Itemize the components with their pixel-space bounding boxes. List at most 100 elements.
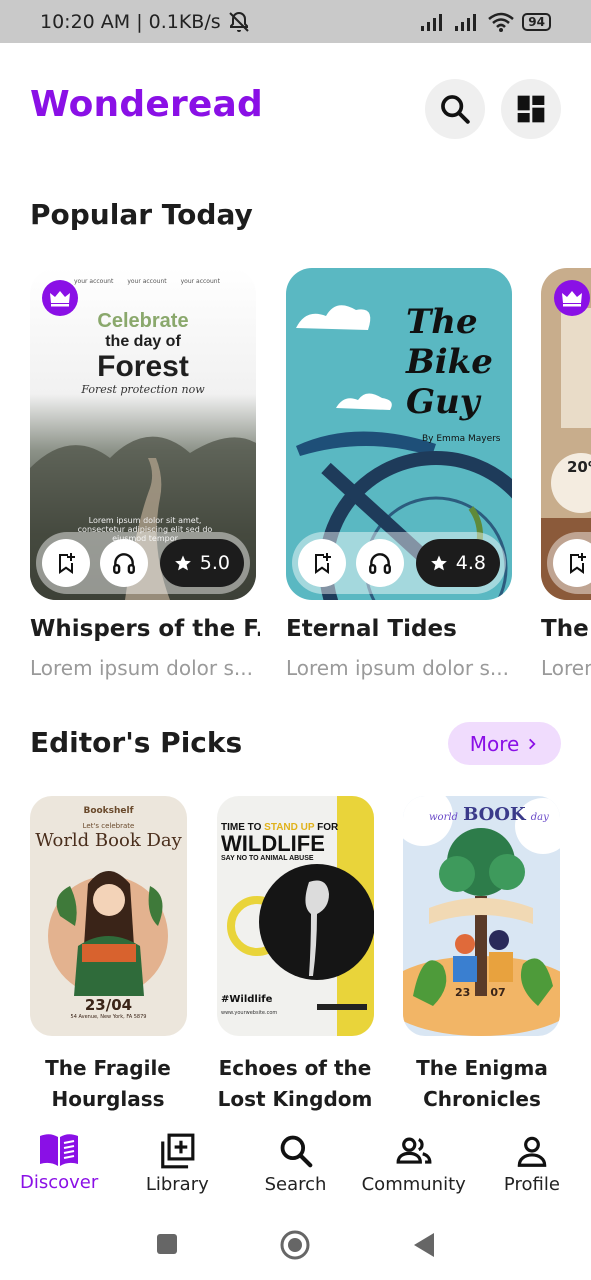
cover-address: 54 Avenue, New York, FA 5879 bbox=[70, 1014, 147, 1020]
cover-headline: World Book Day bbox=[35, 830, 182, 851]
rating-badge: 4.8 bbox=[415, 539, 500, 587]
dashboard-grid-icon bbox=[517, 95, 545, 123]
bookmark-add-button[interactable] bbox=[298, 539, 346, 587]
status-time: 10:20 AM bbox=[40, 10, 131, 33]
search-button[interactable] bbox=[425, 79, 485, 139]
home-icon[interactable] bbox=[279, 1229, 311, 1261]
pick-card-fragile-hourglass[interactable]: Bookshelf Let's celebrate World Book Day… bbox=[30, 796, 187, 1036]
bookmark-add-icon bbox=[570, 553, 586, 574]
library-add-icon bbox=[161, 1133, 195, 1169]
rating-badge: 5.0 bbox=[159, 539, 244, 587]
nav-item-library[interactable]: Library bbox=[118, 1124, 236, 1210]
back-icon[interactable] bbox=[412, 1231, 436, 1259]
cover-line: Bookshelf bbox=[83, 806, 134, 816]
cover-headline: WILDLIFE bbox=[221, 831, 325, 856]
nav-label: Discover bbox=[19, 1172, 99, 1193]
cover-footer: 23/04 54 Avenue, New York, FA 5879 bbox=[30, 996, 187, 1020]
battery-indicator: 94 bbox=[522, 12, 551, 31]
cover-date-part: 23 bbox=[455, 986, 471, 999]
cover-line: BOOK bbox=[463, 804, 526, 825]
pick-title[interactable]: Echoes of the Lost Kingdom bbox=[210, 1053, 380, 1115]
bookmark-add-icon bbox=[315, 553, 331, 574]
status-network-speed: | 0.1KB/s bbox=[136, 10, 221, 33]
cover-text: world BOOK day bbox=[429, 804, 549, 825]
cover-account: your account bbox=[74, 278, 114, 285]
rating-value: 5.0 bbox=[199, 552, 230, 574]
headphones-icon bbox=[113, 553, 135, 574]
book-title[interactable]: The bbox=[541, 616, 591, 642]
nav-item-community[interactable]: Community bbox=[355, 1124, 473, 1210]
section-title-popular: Popular Today bbox=[30, 198, 253, 231]
status-bar: 10:20 AM | 0.1KB/s 94 bbox=[0, 0, 591, 43]
people-icon bbox=[396, 1137, 432, 1164]
cover-line: The bbox=[406, 302, 478, 342]
book-title[interactable]: Whispers of the F... bbox=[30, 616, 260, 642]
cover-title-block: The Bike Guy bbox=[406, 302, 493, 422]
cover-accounts: your account your account your account bbox=[74, 278, 220, 285]
nav-label: Community bbox=[361, 1174, 466, 1195]
more-label: More bbox=[469, 731, 520, 756]
search-icon bbox=[441, 95, 470, 124]
bookmark-add-button[interactable] bbox=[553, 539, 591, 587]
recents-icon[interactable] bbox=[155, 1232, 179, 1256]
book-title[interactable]: Eternal Tides bbox=[286, 616, 516, 642]
cover-sub: SAY NO TO ANIMAL ABUSE bbox=[221, 855, 314, 862]
nav-label: Profile bbox=[503, 1174, 560, 1195]
card-actions: 5.0 bbox=[36, 532, 250, 594]
nav-label: Library bbox=[145, 1174, 209, 1195]
cover-hashtag: #Wildlife bbox=[221, 994, 273, 1005]
bell-off-icon bbox=[228, 11, 249, 32]
rating-value: 4.8 bbox=[455, 552, 486, 574]
crown-icon bbox=[562, 291, 582, 307]
cover-author: By Emma Mayers bbox=[422, 434, 501, 444]
cover-line: Guy bbox=[406, 382, 480, 422]
headphones-icon bbox=[369, 553, 391, 574]
cover-date: 23/04 bbox=[84, 996, 133, 1014]
more-button[interactable]: More bbox=[448, 722, 561, 765]
book-cover bbox=[403, 796, 560, 1036]
cover-line: Forest bbox=[97, 350, 189, 383]
cover-text: TIME TO STAND UP FOR WILDLIFE SAY NO TO … bbox=[221, 822, 338, 862]
pick-title[interactable]: The Enigma Chronicles bbox=[397, 1053, 567, 1115]
bookmark-add-button[interactable] bbox=[42, 539, 90, 587]
cover-account: your account bbox=[180, 278, 220, 285]
book-subtitle: Lorem ipsum dolor s... bbox=[30, 656, 253, 680]
star-icon bbox=[430, 555, 447, 571]
book-card-partial[interactable]: 20% OFF bbox=[541, 268, 591, 600]
nav-item-search[interactable]: Search bbox=[236, 1124, 354, 1210]
book-card-whispers[interactable]: your account your account your account C… bbox=[30, 268, 256, 600]
nav-label: Search bbox=[264, 1174, 327, 1195]
book-subtitle: Lorem ipsum dolor s... bbox=[286, 656, 509, 680]
layout-button[interactable] bbox=[501, 79, 561, 139]
pick-card-echoes[interactable]: TIME TO STAND UP FOR WILDLIFE SAY NO TO … bbox=[217, 796, 374, 1036]
system-navigation-bar bbox=[0, 1210, 591, 1280]
cover-line: Let's celebrate bbox=[82, 822, 135, 830]
cover-tagline: Forest protection now bbox=[81, 383, 205, 396]
listen-button[interactable] bbox=[356, 539, 404, 587]
app-title: Wonderead bbox=[30, 84, 264, 125]
bookmark-add-icon bbox=[59, 553, 75, 574]
cover-line: Bike bbox=[406, 342, 493, 382]
cover-text: Bookshelf Let's celebrate World Book Day bbox=[30, 806, 187, 851]
open-book-icon bbox=[40, 1134, 79, 1166]
pick-card-enigma[interactable]: world BOOK day 23 07 bbox=[403, 796, 560, 1036]
listen-button[interactable] bbox=[100, 539, 148, 587]
nav-item-discover[interactable]: Discover bbox=[0, 1124, 118, 1210]
cover-title-block: Celebrate the day of Forest Forest prote… bbox=[30, 310, 256, 396]
signal-icon bbox=[455, 13, 477, 31]
cover-account: your account bbox=[127, 278, 167, 285]
cover-date-part: 07 bbox=[490, 986, 506, 999]
section-title-editors-picks: Editor's Picks bbox=[30, 726, 243, 759]
pick-title[interactable]: The Fragile Hourglass bbox=[23, 1053, 193, 1115]
bottom-navigation: Discover Library Search Community Profil… bbox=[0, 1124, 591, 1210]
book-card-eternal-tides[interactable]: The Bike Guy By Emma Mayers 4.8 bbox=[286, 268, 512, 600]
cover-date: 23 07 bbox=[455, 986, 506, 999]
premium-badge bbox=[554, 280, 590, 316]
cover-line: day bbox=[530, 812, 549, 823]
search-icon bbox=[280, 1135, 312, 1168]
cover-promo: 20% OFF bbox=[567, 458, 591, 476]
crown-icon bbox=[50, 291, 70, 307]
nav-item-profile[interactable]: Profile bbox=[473, 1124, 591, 1210]
cover-line: world bbox=[429, 812, 458, 823]
premium-badge bbox=[42, 280, 78, 316]
